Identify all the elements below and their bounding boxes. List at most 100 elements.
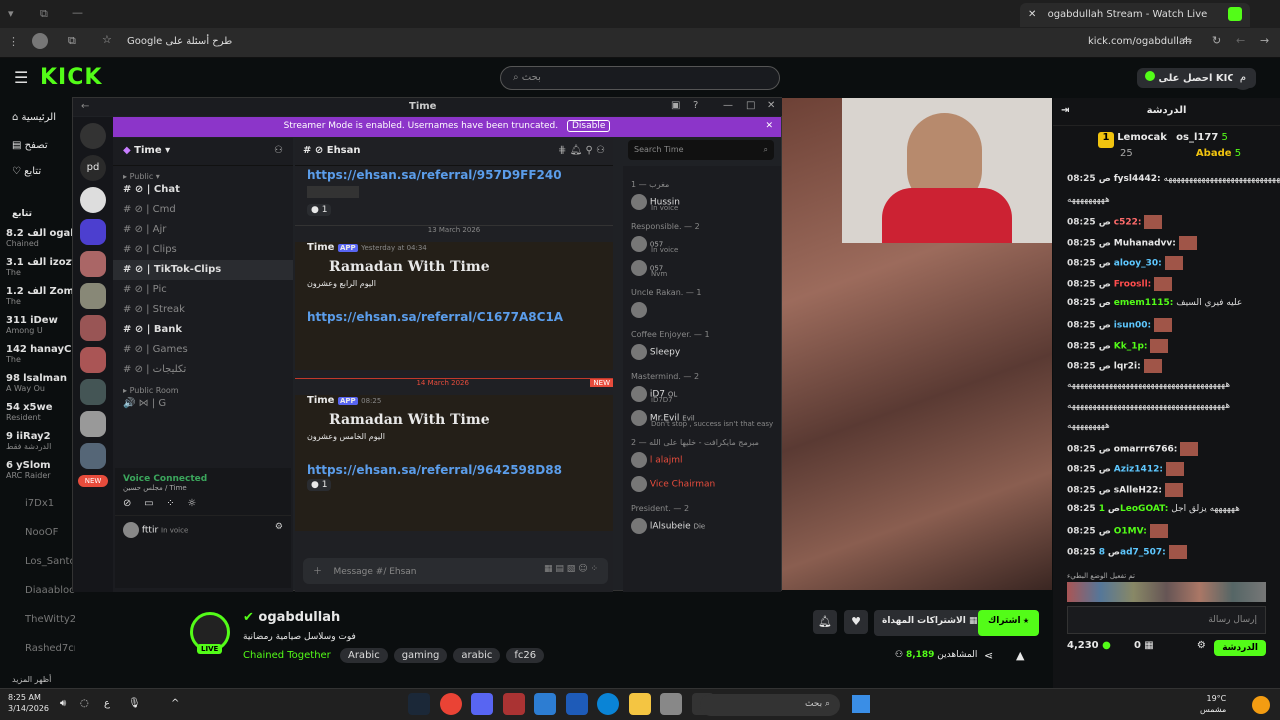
chat-username[interactable]: alooy_30: xyxy=(1114,259,1162,269)
file-explorer-icon[interactable] xyxy=(628,693,651,715)
server-active-icon[interactable] xyxy=(80,219,106,245)
dm-icon[interactable] xyxy=(80,123,106,149)
settings-icon[interactable]: ⚙ xyxy=(275,522,283,532)
tray-chevron-icon[interactable]: ^ xyxy=(171,698,179,709)
sidebar-offline-channel[interactable]: Los_Santo xyxy=(25,556,75,585)
discord-icon[interactable] xyxy=(471,693,493,715)
edge-icon[interactable] xyxy=(597,693,619,715)
app-icon[interactable] xyxy=(660,693,682,715)
member-item[interactable]: 057 Nvm xyxy=(631,260,773,284)
gift-icon[interactable]: ▦ xyxy=(544,564,553,574)
channel-item[interactable]: # ⊘ | Cmd xyxy=(113,200,293,220)
back-arrow-icon[interactable]: ← xyxy=(81,101,89,112)
channel-item[interactable]: # ⊘ | TikTok-Clips xyxy=(113,260,293,280)
notification-bell-icon[interactable]: 🔔︎ xyxy=(813,610,837,634)
network-icon[interactable]: ◌ xyxy=(80,698,89,709)
user-avatar[interactable]: م xyxy=(1232,68,1254,90)
member-item[interactable]: Vice Chairman xyxy=(631,476,773,500)
tab-search-icon[interactable]: ▾ xyxy=(8,7,14,20)
channel-item[interactable]: # ⊘ | Bank xyxy=(113,320,293,340)
sidebar-offline-channel[interactable]: Diaaabloo xyxy=(25,585,75,614)
chat-username[interactable]: Froosll: xyxy=(1114,279,1152,289)
gift-subs-button[interactable]: الاشتراكات المهداة ▦ xyxy=(874,610,986,636)
member-item[interactable]: iD7 OL iD7D7 xyxy=(631,386,773,410)
pin-icon[interactable]: ⚲ xyxy=(586,145,593,156)
members-icon[interactable]: ⚇ xyxy=(596,145,605,156)
language-indicator[interactable]: ع xyxy=(104,698,110,709)
banner-close-icon[interactable]: ✕ xyxy=(765,121,773,131)
chat-username[interactable]: Aziz1412: xyxy=(1114,465,1163,475)
channel-item[interactable]: # ⊘ | Chat xyxy=(113,180,293,200)
member-item[interactable]: Sleepy xyxy=(631,344,773,368)
channel-item[interactable]: # ⊘ | Streak xyxy=(113,300,293,320)
app-icon[interactable] xyxy=(502,693,525,715)
channel-item[interactable]: # ⊘ | تكليجات xyxy=(113,360,293,380)
chat-settings-icon[interactable]: ⚙ xyxy=(1197,640,1206,651)
sidebar-offline-channel[interactable]: TheWitty21 xyxy=(25,614,75,643)
window-close-icon[interactable]: ✕ xyxy=(767,100,775,111)
server-icon[interactable] xyxy=(80,347,106,373)
category-link[interactable]: Chained Together xyxy=(243,650,331,661)
channel-item[interactable]: # ⊘ | Ajr xyxy=(113,220,293,240)
sidebar-home[interactable]: ⌂ الرئيسية xyxy=(12,112,56,123)
sidebar-offline-channel[interactable]: Rashed7cr xyxy=(25,643,75,672)
video-player[interactable] xyxy=(782,98,1052,590)
sticker-icon[interactable]: ▧ xyxy=(567,564,576,574)
mic-icon[interactable]: 🎙︎ xyxy=(128,698,141,709)
emoji-icon[interactable]: ☺ xyxy=(578,564,587,574)
inbox-icon[interactable]: ▣ xyxy=(671,100,680,111)
restore-icon[interactable]: ⧉ xyxy=(40,7,48,21)
bookmark-star-icon[interactable]: ☆ xyxy=(102,33,112,46)
sidebar-channel[interactable]: 3.1 ألف izozt The xyxy=(6,257,74,286)
sidebar-browse[interactable]: ▤ تصفح xyxy=(12,140,48,151)
chat-username[interactable]: emem1115: xyxy=(1114,298,1174,308)
subscribe-button[interactable]: اشتراك ⭒ xyxy=(978,610,1039,636)
attach-icon[interactable]: ＋ xyxy=(313,567,322,577)
steam-icon[interactable] xyxy=(408,693,430,715)
server-name-header[interactable]: ◆ Time ▾ ⚇ xyxy=(113,138,293,166)
site-settings-icon[interactable]: ⇋ xyxy=(1183,34,1192,47)
chat-username[interactable]: Kk_1p: xyxy=(1114,341,1148,351)
chrome-icon[interactable] xyxy=(439,693,462,715)
sidebar-channel[interactable]: 1.2 ألف Zom The xyxy=(6,286,74,315)
minimize-icon[interactable]: — xyxy=(72,6,83,19)
camera-icon[interactable]: ⊘ xyxy=(123,498,131,509)
chat-send-button[interactable]: الدردشة xyxy=(1214,640,1266,656)
kick-logo[interactable]: KICK xyxy=(40,65,102,90)
server-eye-icon[interactable] xyxy=(80,187,106,213)
tab-active[interactable]: ✕ ogabdullah Stream - Watch Live xyxy=(1020,3,1250,27)
server-icon[interactable] xyxy=(80,411,106,437)
emote-bar[interactable] xyxy=(1067,582,1266,602)
member-item[interactable]: Hussin In voice xyxy=(631,194,773,218)
server-icon[interactable] xyxy=(80,379,106,405)
soundboard-icon[interactable]: ☼ xyxy=(187,498,196,509)
chat-username[interactable]: O1MV: xyxy=(1114,527,1147,537)
referral-link-3[interactable]: https://ehsan.sa/referral/9642598D88 xyxy=(307,463,601,477)
tag[interactable]: arabic xyxy=(453,648,501,663)
volume-icon[interactable]: 🔊︎ xyxy=(60,698,66,709)
server-pd-icon[interactable]: pd xyxy=(80,155,106,181)
sidebar-channel[interactable]: 8.2 ألف ogab Chained xyxy=(6,228,74,257)
collapse-chat-icon[interactable]: ⇥ xyxy=(1061,105,1069,116)
help-icon[interactable]: ? xyxy=(693,100,698,111)
tag[interactable]: gaming xyxy=(393,648,448,663)
gif-icon[interactable]: ▤ xyxy=(555,564,564,574)
member-item[interactable]: 057 In voice xyxy=(631,236,773,260)
chat-username[interactable]: c522: xyxy=(1114,218,1142,228)
message-input[interactable]: ＋ Message #/ Ehsan ▦ ▤ ▧ ☺ ⁘ xyxy=(303,558,608,584)
threads-icon[interactable]: ⋕ xyxy=(558,145,566,156)
chat-username[interactable]: fysl4442: xyxy=(1114,174,1161,184)
reaction[interactable]: ● 1 xyxy=(307,479,332,491)
extensions-icon[interactable]: ⧉ xyxy=(68,34,76,48)
chat-username[interactable]: sAlleH22: xyxy=(1114,485,1162,495)
report-icon[interactable]: ▲ xyxy=(1016,649,1024,662)
close-tab-icon[interactable]: ✕ xyxy=(1028,9,1036,20)
show-more-link[interactable]: أظهر المزيد xyxy=(12,675,51,684)
sidebar-channel[interactable]: 311 iDew Among U xyxy=(6,315,74,344)
channel-item[interactable]: # ⊘ | Games xyxy=(113,340,293,360)
discord-search-input[interactable]: Search Time ⌕ xyxy=(628,140,774,160)
follow-heart-icon[interactable]: ♥ xyxy=(844,610,868,634)
windows-start-icon[interactable] xyxy=(852,695,870,713)
voice-channel-g[interactable]: 🔊 ⋈ | G xyxy=(113,394,293,414)
sidebar-offline-channel[interactable]: NooOF xyxy=(25,527,75,556)
